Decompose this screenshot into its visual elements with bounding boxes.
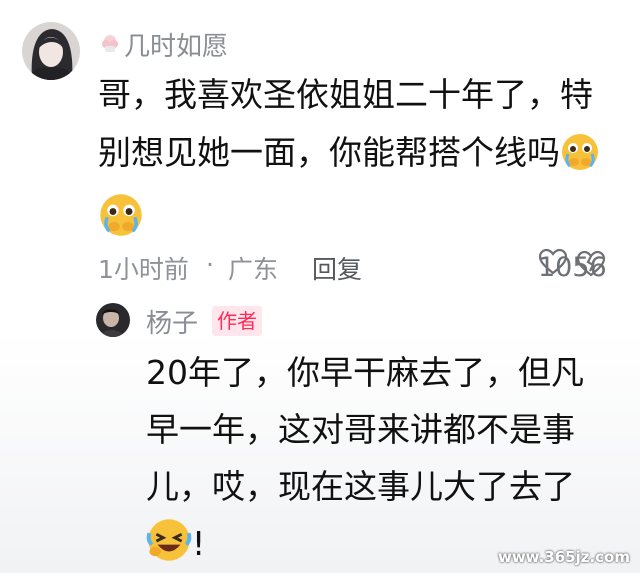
comment-header: 几时如愿 xyxy=(100,26,228,63)
broken-heart-icon xyxy=(576,250,606,277)
reply-username[interactable]: 杨子 xyxy=(146,303,198,340)
author-badge: 作者 xyxy=(212,306,263,336)
comment-body: 哥，我喜欢圣依姐姐二十年了，特别想见她一面，你能帮搭个线吗 xyxy=(98,75,593,172)
comment-meta: 1小时前 · 广东 回复 1056 xyxy=(98,246,618,286)
like-button[interactable]: 1056 xyxy=(538,248,607,283)
pleading-face-emoji-icon xyxy=(560,132,600,190)
username[interactable]: 几时如愿 xyxy=(124,26,228,63)
comment-text: 哥，我喜欢圣依姐姐二十年了，特别想见她一面，你能帮搭个线吗 xyxy=(98,66,620,256)
user-photo-icon xyxy=(96,303,130,337)
dislike-button[interactable] xyxy=(576,250,606,282)
reply-avatar[interactable] xyxy=(96,303,130,337)
reply-body: 20年了，你早干麻去了，但凡早一年，这对哥来讲都不是事儿，哎，现在这事儿大了去了 xyxy=(146,353,584,506)
laughing-crying-face-emoji-icon xyxy=(146,517,192,580)
user-photo-icon xyxy=(22,22,80,80)
reply-header: 杨子 作者 xyxy=(146,303,263,340)
comment-time: 1小时前 xyxy=(98,255,189,284)
meta-separator: · xyxy=(206,250,214,279)
reply-suffix: ! xyxy=(192,524,206,563)
watermark: www.365jz.com xyxy=(497,548,630,566)
comment-location: 广东 xyxy=(228,255,279,284)
avatar[interactable] xyxy=(22,22,80,80)
reply-text: 20年了，你早干麻去了，但凡早一年，这对哥来讲都不是事儿，哎，现在这事儿大了去了… xyxy=(146,344,616,580)
reply-button[interactable]: 回复 xyxy=(312,250,362,286)
flower-icon xyxy=(102,35,118,52)
